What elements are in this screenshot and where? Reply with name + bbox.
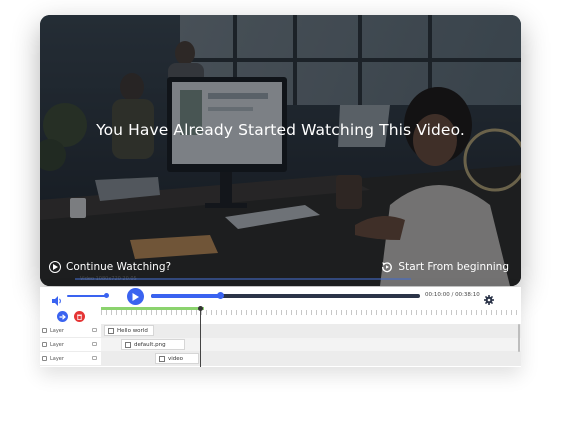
clip-label: video bbox=[168, 355, 184, 362]
volume-handle[interactable] bbox=[104, 293, 109, 298]
add-track-button[interactable] bbox=[57, 311, 68, 322]
layer-visibility-icon[interactable] bbox=[92, 328, 97, 332]
layer-row[interactable]: Layer Hello world bbox=[40, 324, 521, 338]
play-button[interactable] bbox=[127, 288, 144, 305]
video-player[interactable]: You Have Already Started Watching This V… bbox=[40, 15, 521, 286]
volume-slider[interactable] bbox=[67, 295, 108, 297]
faint-video-caption: Video 1080x720 20.05 bbox=[80, 276, 137, 282]
timeline-clip[interactable]: video bbox=[155, 353, 199, 364]
seek-bar[interactable] bbox=[151, 292, 420, 299]
image-clip-icon bbox=[125, 341, 131, 348]
clip-label: default.png bbox=[134, 341, 166, 348]
time-readout: 00:10:00 / 00:38:10 bbox=[425, 292, 480, 298]
timeline-editor: 00:10:00 / 00:38:10 Layer Hello world La… bbox=[40, 287, 521, 367]
trash-icon bbox=[77, 314, 82, 320]
layer-row[interactable]: Layer video bbox=[40, 352, 521, 366]
playhead-handle[interactable] bbox=[198, 306, 203, 311]
video-layer-icon bbox=[42, 356, 47, 361]
player-toolbar: 00:10:00 / 00:38:10 bbox=[40, 287, 521, 306]
continue-watching-label: Continue Watching? bbox=[66, 261, 172, 273]
start-from-beginning-button[interactable]: Start From beginning bbox=[381, 261, 509, 273]
delete-track-button[interactable] bbox=[74, 311, 85, 322]
playhead-line[interactable] bbox=[200, 307, 201, 367]
layer-name: Layer bbox=[50, 327, 64, 334]
time-separator: / bbox=[451, 292, 454, 298]
start-from-beginning-label: Start From beginning bbox=[398, 261, 509, 273]
text-layer-icon bbox=[42, 328, 47, 333]
image-layer-icon bbox=[42, 342, 47, 347]
layer-label: Layer bbox=[42, 352, 64, 365]
clip-label: Hello world bbox=[117, 327, 148, 334]
ruler-ticks bbox=[101, 310, 521, 324]
layer-list: Layer Hello world Layer default.png Laye… bbox=[40, 324, 521, 367]
layer-label: Layer bbox=[42, 338, 64, 351]
layer-name: Layer bbox=[50, 341, 64, 348]
vertical-scrollbar[interactable] bbox=[518, 324, 520, 352]
timeline-ruler[interactable] bbox=[101, 307, 521, 324]
resume-headline: You Have Already Started Watching This V… bbox=[96, 121, 465, 139]
play-circle-icon bbox=[49, 261, 61, 273]
layer-visibility-icon[interactable] bbox=[92, 342, 97, 346]
layer-row[interactable]: Layer default.png bbox=[40, 338, 521, 352]
layer-lane: default.png bbox=[101, 338, 521, 351]
layer-name: Layer bbox=[50, 355, 64, 362]
text-clip-icon bbox=[108, 327, 114, 334]
play-icon bbox=[132, 292, 139, 301]
arrow-right-icon bbox=[59, 313, 66, 320]
continue-watching-button[interactable]: Continue Watching? bbox=[49, 261, 171, 273]
layer-lane: Hello world bbox=[101, 324, 521, 337]
replay-icon bbox=[381, 261, 393, 273]
seek-progress bbox=[151, 294, 221, 298]
current-time: 00:10:00 bbox=[425, 292, 450, 298]
layer-lane: video bbox=[101, 352, 521, 365]
dim-overlay bbox=[40, 15, 521, 286]
timeline-clip[interactable]: default.png bbox=[121, 339, 185, 350]
layer-visibility-icon[interactable] bbox=[92, 356, 97, 360]
layer-label: Layer bbox=[42, 324, 64, 337]
total-time: 00:38:10 bbox=[455, 292, 480, 298]
video-clip-icon bbox=[159, 355, 165, 362]
timeline-clip[interactable]: Hello world bbox=[104, 325, 154, 336]
seek-handle[interactable] bbox=[217, 292, 225, 299]
